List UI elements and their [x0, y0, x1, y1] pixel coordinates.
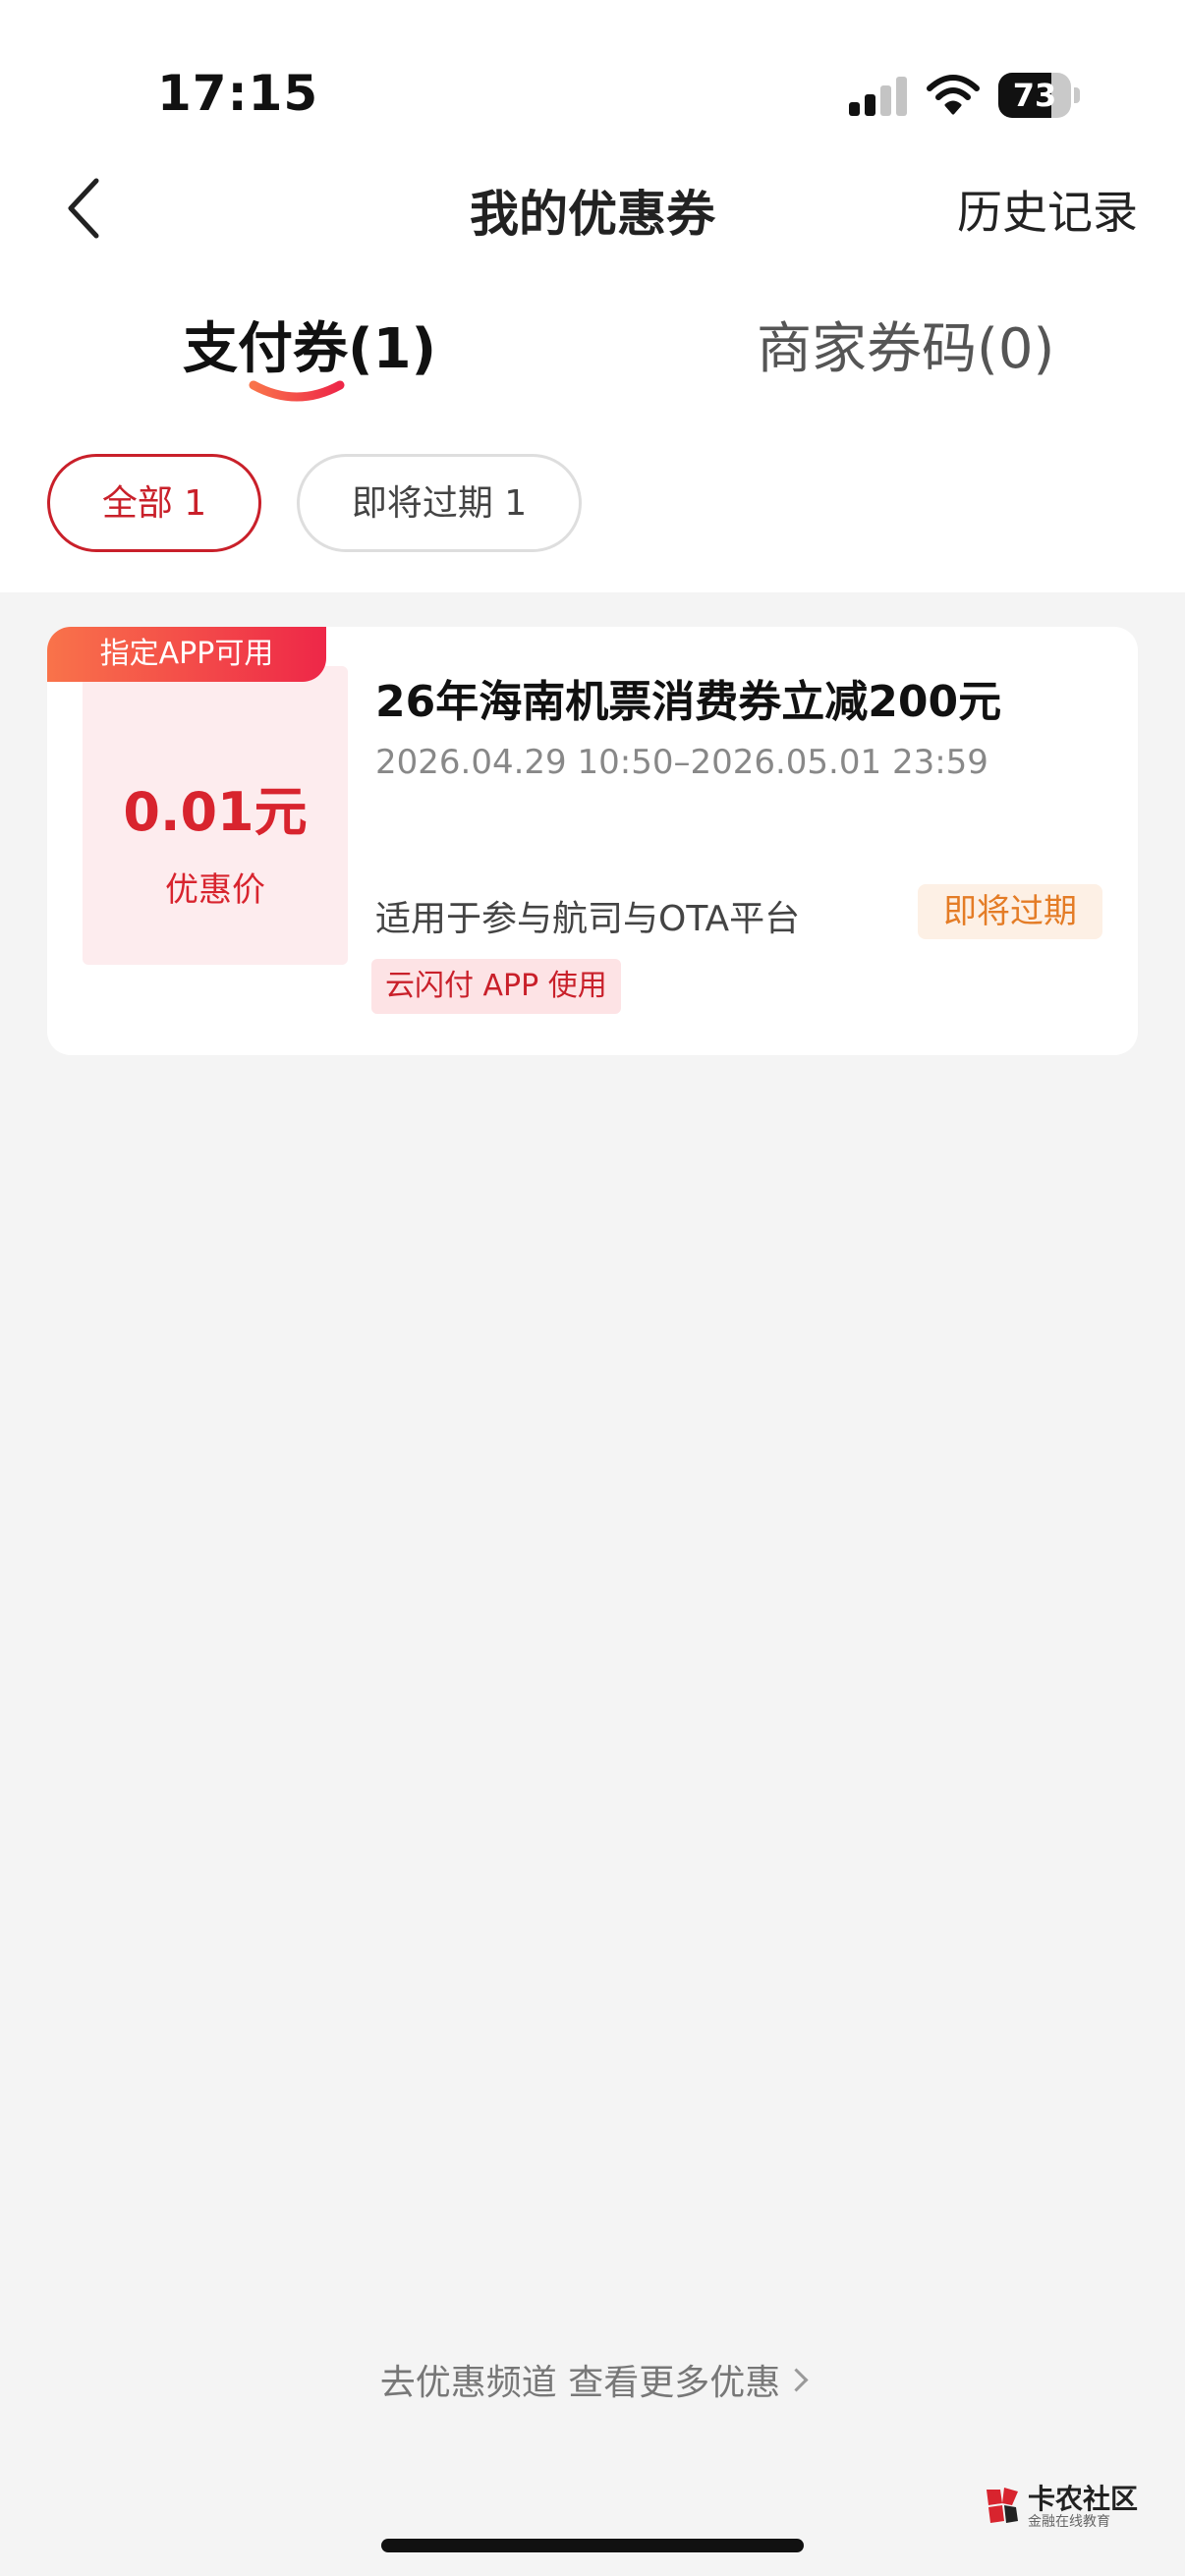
coupon-ribbon-badge: 指定APP可用: [47, 627, 326, 682]
tab-payment-coupons[interactable]: 支付券(1): [183, 305, 436, 384]
chevron-right-icon: [784, 2368, 809, 2392]
more-offers-link[interactable]: 去优惠频道 查看更多优惠: [0, 2354, 1185, 2405]
coupon-app-tag: 云闪付 APP 使用: [371, 959, 621, 1014]
coupon-status-badge: 即将过期: [918, 884, 1102, 939]
coupon-price-panel: 0.01元 优惠价: [83, 666, 348, 965]
coupon-valid-period: 2026.04.29 10:50–2026.05.01 23:59: [375, 743, 988, 782]
more-offers-label: 去优惠频道 查看更多优惠: [379, 2363, 781, 2403]
coupon-price-label: 优惠价: [165, 870, 265, 910]
tab-active-indicator: [249, 380, 345, 402]
tab-merchant-codes[interactable]: 商家券码(0): [757, 305, 1054, 384]
coupon-title: 26年海南机票消费券立减200元: [375, 677, 1002, 727]
home-indicator: [381, 2539, 804, 2552]
watermark-logo-icon: [987, 2488, 1018, 2523]
coupon-card[interactable]: 0.01元 优惠价 指定APP可用 26年海南机票消费券立减200元 2026.…: [47, 627, 1138, 1055]
status-time: 17:15: [157, 65, 319, 122]
watermark: 卡农社区 金融在线教育: [983, 2478, 1140, 2533]
coupon-price: 0.01元: [123, 781, 308, 843]
cellular-signal-icon: [849, 77, 908, 116]
watermark-subtitle: 金融在线教育: [1028, 2514, 1110, 2530]
filter-all-chip[interactable]: 全部 1: [47, 454, 261, 552]
wifi-icon: [927, 75, 980, 115]
battery-percent: 73: [1012, 77, 1057, 114]
history-button[interactable]: 历史记录: [957, 177, 1138, 242]
battery-icon: 73: [998, 73, 1081, 118]
coupon-scope: 适用于参与航司与OTA平台: [375, 899, 801, 939]
filter-expiring-chip[interactable]: 即将过期 1: [297, 454, 582, 552]
